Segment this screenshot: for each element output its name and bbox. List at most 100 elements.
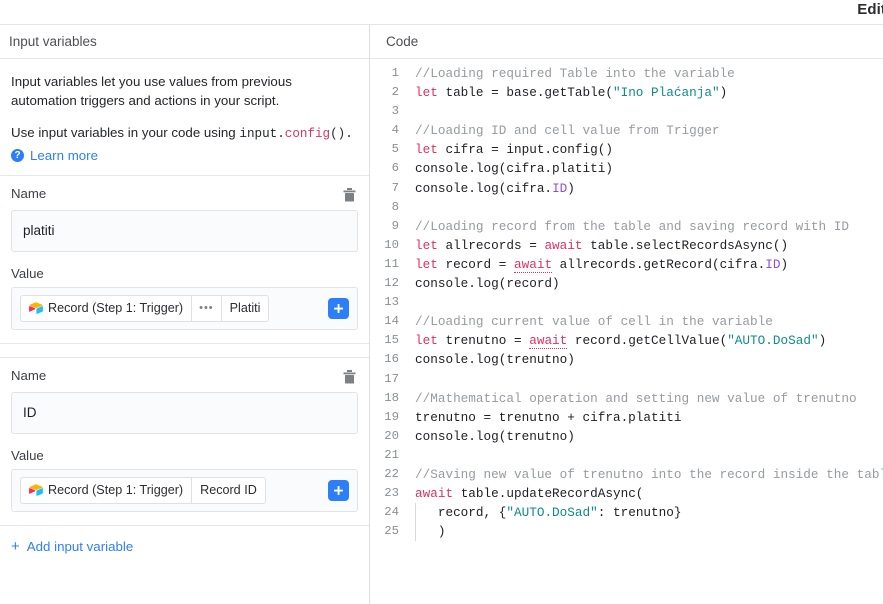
code-line: 16 console.log(trenutno) — [370, 350, 883, 369]
code-line: 25 ) — [370, 522, 883, 542]
add-token-button[interactable] — [328, 479, 349, 501]
line-number: 7 — [391, 180, 399, 195]
name-label: Name — [11, 185, 47, 201]
code-method: config — [284, 126, 331, 141]
line-number: 21 — [384, 447, 399, 462]
code-line: 8 — [370, 198, 883, 217]
code-token: ) — [818, 333, 827, 349]
line-number: 1 — [391, 66, 399, 80]
code-token: //Loading ID and cell value from Trigger — [415, 123, 720, 139]
token-source[interactable]: Record (Step 1: Trigger) — [21, 478, 191, 503]
intro-text-block: Input variables let you use values from … — [0, 59, 369, 144]
code-token: //Mathematical operation and setting new… — [415, 390, 857, 406]
code-line: 19 trenutno = trenutno + cifra.platiti — [370, 408, 883, 427]
code-line: 17 — [370, 370, 883, 389]
code-line: 6 console.log(cifra.platiti) — [370, 159, 883, 178]
line-number: 22 — [384, 466, 399, 481]
code-token: table.updateRecordAsync( — [453, 486, 644, 502]
code-line-text: //Loading ID and cell value from Trigger — [415, 121, 883, 140]
value-token[interactable]: Record (Step 1: Trigger) Record ID — [20, 476, 266, 504]
code-line: 13 — [370, 293, 883, 312]
code-line-text: console.log(cifra.platiti) — [415, 159, 883, 178]
question-mark-icon: ? — [11, 148, 24, 162]
input-variable-card: Name Value Record (Step 1: Trigger) •••Plat… — [0, 174, 369, 344]
code-token: : trenutno} — [597, 505, 682, 521]
code-token: ) — [567, 180, 575, 196]
code-line: 3 — [370, 102, 883, 121]
code-line: 14 //Loading current value of cell in the… — [370, 312, 883, 331]
code-line-text: let record = await allrecords.getRecord(… — [415, 255, 883, 274]
code-header: Code — [370, 25, 883, 59]
code-token: trenutno = trenutno + cifra.platiti — [415, 409, 682, 425]
plus-icon: + — [11, 537, 20, 555]
add-input-variable-label[interactable]: Add input variable — [27, 539, 133, 554]
code-line: 7 console.log(cifra.ID) — [370, 179, 883, 198]
code-suffix: (). — [330, 126, 353, 141]
learn-more-link[interactable]: Learn more — [30, 148, 98, 163]
name-label-row: Name — [11, 186, 358, 204]
line-number: 18 — [384, 390, 399, 405]
token-field[interactable]: Record ID — [191, 477, 265, 503]
code-line-text: //Saving new value of trenutno into the … — [415, 465, 883, 484]
code-line-text: //Loading record from the table and savi… — [415, 217, 883, 236]
value-label: Value — [11, 265, 44, 281]
code-token: let — [415, 142, 438, 158]
line-number: 8 — [391, 199, 399, 214]
code-token: console.log(trenutno) — [415, 428, 575, 444]
code-line: 10 let allrecords = await table.selectRec… — [370, 236, 883, 255]
code-line-text: ) — [415, 522, 883, 542]
code-token: //Saving new value of trenutno into the … — [415, 466, 883, 482]
value-label: Value — [11, 447, 44, 463]
line-number: 20 — [384, 428, 399, 443]
name-label-row: Name — [11, 368, 358, 386]
code-token: await — [415, 486, 454, 502]
code-token: allrecords.getRecord(cifra. — [552, 256, 766, 272]
window-topbar: Edit — [0, 0, 883, 24]
code-editor[interactable]: 1 //Loading required Table into the varia… — [370, 59, 883, 604]
code-line: 20 console.log(trenutno) — [370, 427, 883, 446]
airtable-logo-icon — [29, 484, 43, 497]
variable-value-box[interactable]: Record (Step 1: Trigger) ••• Platiti — [11, 286, 358, 330]
token-field[interactable]: Platiti — [220, 295, 269, 321]
add-input-variable-button[interactable]: + Add input variable — [0, 526, 369, 554]
variable-value-box[interactable]: Record (Step 1: Trigger) Record ID — [11, 468, 358, 512]
code-line: 24 record, {"AUTO.DoSad": trenutno} — [370, 503, 883, 523]
code-object: input. — [239, 126, 285, 141]
token-source-label: Record (Step 1: Trigger) — [48, 301, 184, 316]
learn-more-row[interactable]: ? Learn more — [0, 148, 369, 163]
variable-name-input[interactable] — [11, 209, 358, 252]
code-line: 5 let cifra = input.config() — [370, 140, 883, 159]
code-token: await — [529, 333, 568, 350]
intro-inline-code: input.config(). — [239, 127, 352, 141]
code-token: ID — [552, 180, 568, 196]
code-line-text: //Loading current value of cell in the v… — [415, 312, 883, 331]
trash-icon[interactable] — [340, 368, 358, 386]
trash-icon[interactable] — [340, 186, 358, 204]
code-lines-container[interactable]: 1 //Loading required Table into the varia… — [370, 64, 883, 542]
input-variables-pane: Input variables Input variables let you … — [0, 25, 370, 604]
code-token: let — [415, 256, 438, 272]
value-token[interactable]: Record (Step 1: Trigger) ••• Platiti — [20, 294, 270, 322]
token-overflow-dots[interactable]: ••• — [191, 295, 221, 321]
token-source-label: Record (Step 1: Trigger) — [48, 483, 184, 498]
code-pane: Code 1 //Loading required Table into the … — [370, 25, 883, 604]
code-token: console.log(cifra. — [415, 180, 553, 196]
intro-paragraph-2: Use input variables in your code using i… — [11, 124, 358, 144]
line-number: 4 — [391, 123, 399, 138]
line-number: 15 — [384, 333, 399, 348]
code-line: 2 let table = base.getTable("Ino Plaćanja… — [370, 83, 883, 102]
variable-name-input[interactable] — [11, 391, 358, 434]
code-token: //Loading record from the table and savi… — [415, 218, 849, 234]
line-number: 23 — [384, 486, 399, 501]
code-token: await — [513, 256, 553, 273]
line-number: 9 — [391, 218, 399, 233]
code-line: 23 await table.updateRecordAsync( — [370, 484, 883, 503]
code-line: 1 //Loading required Table into the varia… — [370, 64, 883, 83]
token-source[interactable]: Record (Step 1: Trigger) — [21, 296, 191, 321]
code-line-text: record, {"AUTO.DoSad": trenutno} — [415, 503, 883, 523]
code-line-text: let table = base.getTable("Ino Plaćanja"… — [415, 83, 883, 102]
scripting-extension-window: Edit Input variables Input variables let… — [0, 0, 883, 604]
code-token: console.log(record) — [415, 276, 560, 292]
add-token-button[interactable] — [328, 297, 349, 319]
code-token: await — [544, 237, 583, 253]
